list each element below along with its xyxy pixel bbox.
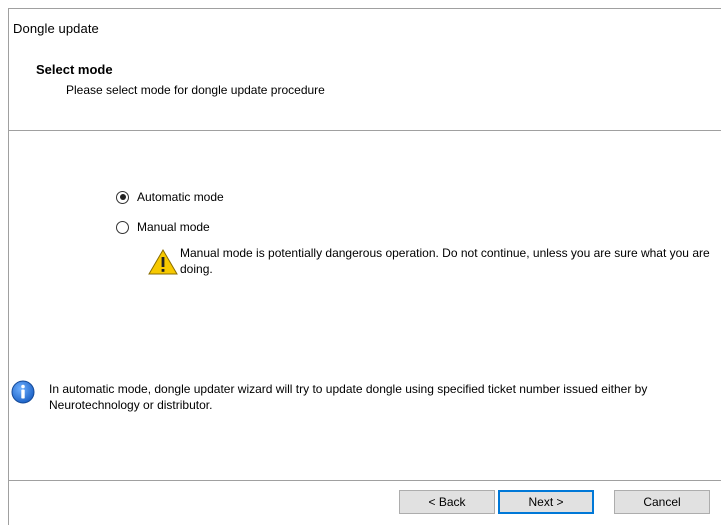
manual-mode-label: Manual mode — [137, 220, 210, 234]
next-button[interactable]: Next > — [498, 490, 594, 514]
page-title: Select mode — [36, 62, 113, 77]
automatic-mode-radio[interactable] — [116, 190, 129, 204]
cancel-button[interactable]: Cancel — [614, 490, 710, 514]
automatic-mode-label: Automatic mode — [137, 190, 224, 204]
warning-icon — [148, 249, 178, 275]
info-text: In automatic mode, dongle updater wizard… — [49, 382, 648, 412]
warning-text: Manual mode is potentially dangerous ope… — [180, 246, 710, 276]
footer-divider — [9, 480, 721, 481]
page-subtitle: Please select mode for dongle update pro… — [66, 83, 325, 97]
automatic-mode-option[interactable]: Automatic mode — [116, 189, 224, 205]
header-divider — [9, 130, 721, 131]
window-title: Dongle update — [13, 21, 99, 36]
info-icon — [11, 380, 35, 404]
manual-mode-option[interactable]: Manual mode — [116, 219, 210, 235]
back-button[interactable]: < Back — [399, 490, 495, 514]
manual-mode-radio[interactable] — [116, 220, 129, 234]
